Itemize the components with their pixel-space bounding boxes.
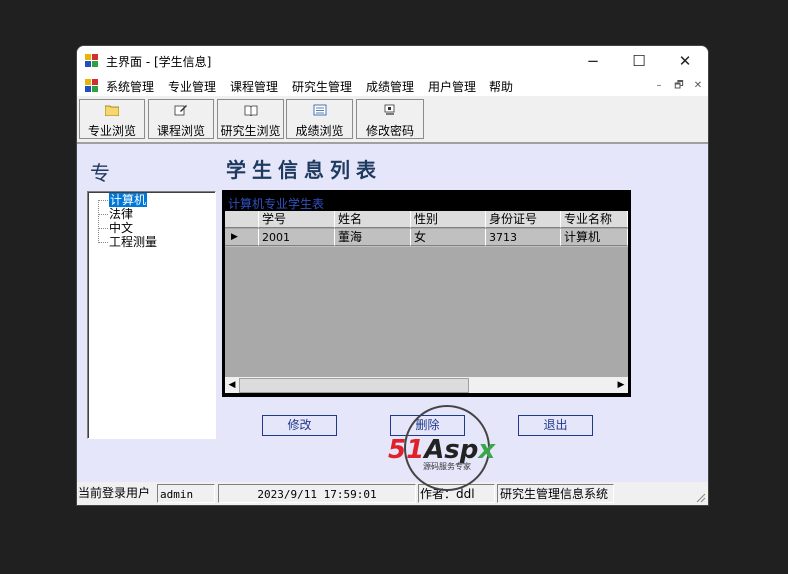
tree-node-law[interactable]: 法律: [109, 207, 133, 221]
menu-major[interactable]: 专业管理: [168, 78, 216, 95]
graduate-browse-label: 研究生浏览: [220, 124, 281, 138]
scroll-right-icon[interactable]: ▶: [614, 377, 628, 393]
edit-button[interactable]: 修改: [262, 415, 337, 436]
change-password-label: 修改密码: [365, 124, 414, 138]
toolbar: 专业浏览 课程浏览 研究生浏览 成绩浏览 修改密码: [77, 96, 708, 144]
course-browse-label: 课程浏览: [156, 124, 205, 138]
book-icon: [244, 105, 257, 116]
key-icon: [384, 104, 395, 115]
graduate-browse-button[interactable]: 研究生浏览: [217, 99, 284, 139]
tree-connector: [98, 214, 108, 215]
tree-node-surveying[interactable]: 工程测量: [109, 235, 157, 249]
major-browse-button[interactable]: 专业浏览: [79, 99, 145, 139]
resize-grip-icon[interactable]: [694, 491, 706, 503]
horizontal-scrollbar[interactable]: ◀ ▶: [225, 377, 628, 393]
cell-major[interactable]: 计算机: [561, 229, 628, 246]
menu-bar: 系统管理 专业管理 课程管理 研究生管理 成绩管理 用户管理 帮助 – 🗗 ✕: [77, 76, 708, 96]
menu-course[interactable]: 课程管理: [230, 78, 278, 95]
column-header-name[interactable]: 姓名: [335, 211, 411, 228]
tree-connector: [98, 242, 108, 243]
table-row[interactable]: ▶ 2001 董海 女 3713 计算机: [225, 229, 628, 247]
student-grid[interactable]: 学号 姓名 性别 身份证号 专业名称 ▶ 2001 董海 女 3713 计算机 …: [225, 211, 628, 393]
tree-node-computer[interactable]: 计算机: [109, 193, 148, 207]
list-icon: [313, 104, 326, 116]
window-title: 主界面 - [学生信息]: [106, 55, 212, 69]
grid-header: 学号 姓名 性别 身份证号 专业名称: [225, 211, 628, 229]
grid-caption: 计算机专业学生表: [228, 197, 325, 211]
cell-idcard[interactable]: 3713: [486, 229, 561, 246]
tree-connector: [98, 200, 108, 201]
cell-gender[interactable]: 女: [411, 229, 486, 246]
watermark-logo: 51Aspx 源码服务专家: [388, 405, 496, 491]
column-header-gender[interactable]: 性别: [411, 211, 486, 228]
exit-button[interactable]: 退出: [518, 415, 593, 436]
grade-browse-label: 成绩浏览: [295, 124, 344, 138]
menu-grades[interactable]: 成绩管理: [366, 78, 414, 95]
menu-graduate[interactable]: 研究生管理: [292, 78, 352, 95]
grid-corner: [225, 211, 259, 228]
menu-help[interactable]: 帮助: [489, 78, 513, 95]
scroll-thumb[interactable]: [239, 378, 469, 393]
watermark-tagline: 源码服务专家: [423, 461, 471, 471]
column-header-id[interactable]: 学号: [259, 211, 335, 228]
app-icon: [85, 54, 99, 68]
edit-icon: [174, 105, 187, 116]
page-title: 学生信息列表: [226, 158, 382, 182]
status-login-label: 当前登录用户: [78, 486, 151, 500]
title-bar[interactable]: 主界面 - [学生信息] − ☐ ✕: [77, 46, 708, 76]
scroll-left-icon[interactable]: ◀: [225, 377, 239, 393]
cell-name[interactable]: 董海: [335, 229, 411, 246]
watermark-brand: 51Aspx: [388, 435, 496, 465]
major-browse-label: 专业浏览: [87, 124, 136, 138]
mdi-minimize-button[interactable]: –: [652, 79, 666, 93]
tree-connector: [98, 200, 99, 243]
mdi-restore-button[interactable]: 🗗: [672, 79, 686, 93]
status-system: 研究生管理信息系统: [497, 484, 614, 503]
major-heading: 专: [90, 161, 110, 185]
column-header-idcard[interactable]: 身份证号: [486, 211, 561, 228]
menu-system[interactable]: 系统管理: [106, 78, 154, 95]
column-header-major[interactable]: 专业名称: [561, 211, 628, 228]
tree-node-chinese[interactable]: 中文: [109, 221, 133, 235]
mdi-child-icon[interactable]: [85, 79, 99, 93]
status-user: admin: [157, 484, 215, 503]
minimize-button[interactable]: −: [570, 46, 616, 76]
grade-browse-button[interactable]: 成绩浏览: [286, 99, 353, 139]
maximize-button[interactable]: ☐: [616, 46, 662, 76]
mdi-close-button[interactable]: ✕: [691, 79, 705, 93]
change-password-button[interactable]: 修改密码: [356, 99, 424, 139]
tree-connector: [98, 228, 108, 229]
student-grid-panel: 计算机专业学生表 学号 姓名 性别 身份证号 专业名称 ▶ 2001 董海 女 …: [222, 190, 631, 397]
major-tree[interactable]: 计算机 法律 中文 工程测量: [87, 191, 216, 439]
row-indicator: ▶: [225, 229, 259, 246]
course-browse-button[interactable]: 课程浏览: [148, 99, 214, 139]
folder-icon: [105, 105, 119, 116]
close-button[interactable]: ✕: [662, 46, 708, 76]
menu-users[interactable]: 用户管理: [428, 78, 476, 95]
cell-id[interactable]: 2001: [259, 229, 335, 246]
